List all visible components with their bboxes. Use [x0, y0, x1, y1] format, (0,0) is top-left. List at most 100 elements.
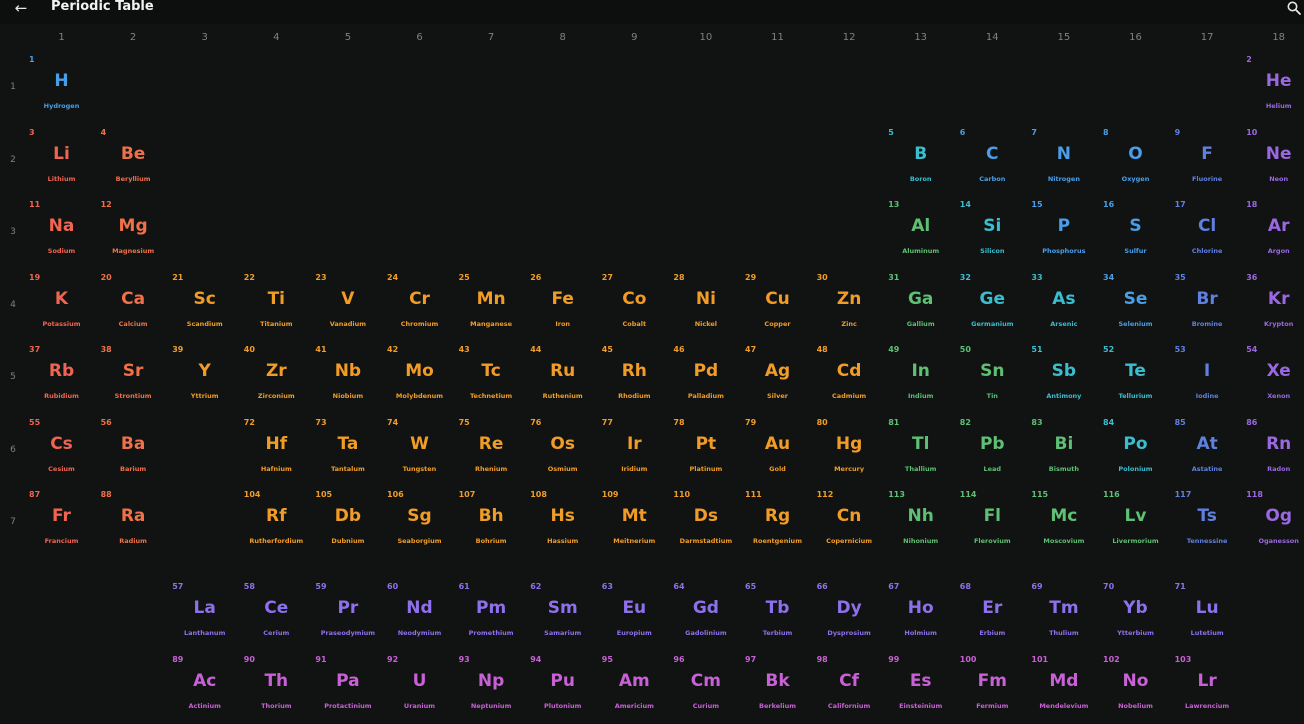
element-cell-k[interactable]: 19 K Potassium: [26, 270, 97, 342]
element-cell-ge[interactable]: 32 Ge Germanium: [957, 270, 1028, 342]
element-cell-h[interactable]: 1 H Hydrogen: [26, 52, 97, 124]
element-cell-th[interactable]: 90 Th Thorium: [241, 652, 312, 724]
element-cell-ir[interactable]: 77 Ir Iridium: [599, 415, 670, 487]
element-cell-rg[interactable]: 111 Rg Roentgenium: [742, 487, 813, 559]
element-cell-ru[interactable]: 44 Ru Ruthenium: [527, 342, 598, 414]
element-cell-be[interactable]: 4 Be Beryllium: [98, 125, 169, 197]
element-cell-eu[interactable]: 63 Eu Europium: [599, 579, 670, 651]
element-cell-cl[interactable]: 17 Cl Chlorine: [1172, 197, 1243, 269]
element-cell-tl[interactable]: 81 Tl Thallium: [885, 415, 956, 487]
element-cell-lv[interactable]: 116 Lv Livermorium: [1100, 487, 1171, 559]
element-cell-he[interactable]: 2 He Helium: [1243, 52, 1304, 124]
element-cell-no[interactable]: 102 No Nobelium: [1100, 652, 1171, 724]
element-cell-f[interactable]: 9 F Fluorine: [1172, 125, 1243, 197]
element-cell-zr[interactable]: 40 Zr Zirconium: [241, 342, 312, 414]
element-cell-ds[interactable]: 110 Ds Darmstadtium: [670, 487, 741, 559]
element-cell-es[interactable]: 99 Es Einsteinium: [885, 652, 956, 724]
element-cell-hs[interactable]: 108 Hs Hassium: [527, 487, 598, 559]
element-cell-pr[interactable]: 59 Pr Praseodymium: [312, 579, 383, 651]
element-cell-cm[interactable]: 96 Cm Curium: [670, 652, 741, 724]
back-button[interactable]: ←: [8, 0, 34, 17]
element-cell-sg[interactable]: 106 Sg Seaborgium: [384, 487, 455, 559]
element-cell-pm[interactable]: 61 Pm Promethium: [456, 579, 527, 651]
element-cell-rn[interactable]: 86 Rn Radon: [1243, 415, 1304, 487]
element-cell-ta[interactable]: 73 Ta Tantalum: [312, 415, 383, 487]
element-cell-er[interactable]: 68 Er Erbium: [957, 579, 1028, 651]
element-cell-u[interactable]: 92 U Uranium: [384, 652, 455, 724]
element-cell-kr[interactable]: 36 Kr Krypton: [1243, 270, 1304, 342]
element-cell-se[interactable]: 34 Se Selenium: [1100, 270, 1171, 342]
element-cell-lu[interactable]: 71 Lu Lutetium: [1172, 579, 1243, 651]
element-cell-au[interactable]: 79 Au Gold: [742, 415, 813, 487]
element-cell-v[interactable]: 23 V Vanadium: [312, 270, 383, 342]
element-cell-n[interactable]: 7 N Nitrogen: [1028, 125, 1099, 197]
element-cell-rb[interactable]: 37 Rb Rubidium: [26, 342, 97, 414]
element-cell-rf[interactable]: 104 Rf Rutherfordium: [241, 487, 312, 559]
element-cell-fr[interactable]: 87 Fr Francium: [26, 487, 97, 559]
element-cell-al[interactable]: 13 Al Aluminum: [885, 197, 956, 269]
element-cell-am[interactable]: 95 Am Americium: [599, 652, 670, 724]
element-cell-zn[interactable]: 30 Zn Zinc: [814, 270, 885, 342]
element-cell-ce[interactable]: 58 Ce Cerium: [241, 579, 312, 651]
element-cell-ne[interactable]: 10 Ne Neon: [1243, 125, 1304, 197]
element-cell-ar[interactable]: 18 Ar Argon: [1243, 197, 1304, 269]
element-cell-in[interactable]: 49 In Indium: [885, 342, 956, 414]
element-cell-br[interactable]: 35 Br Bromine: [1172, 270, 1243, 342]
element-cell-np[interactable]: 93 Np Neptunium: [456, 652, 527, 724]
element-cell-cn[interactable]: 112 Cn Copernicium: [814, 487, 885, 559]
element-cell-y[interactable]: 39 Y Yttrium: [169, 342, 240, 414]
element-cell-hf[interactable]: 72 Hf Hafnium: [241, 415, 312, 487]
element-cell-na[interactable]: 11 Na Sodium: [26, 197, 97, 269]
element-cell-ac[interactable]: 89 Ac Actinium: [169, 652, 240, 724]
element-cell-ra[interactable]: 88 Ra Radium: [98, 487, 169, 559]
element-cell-ba[interactable]: 56 Ba Barium: [98, 415, 169, 487]
element-cell-la[interactable]: 57 La Lanthanum: [169, 579, 240, 651]
element-cell-dy[interactable]: 66 Dy Dysprosium: [814, 579, 885, 651]
element-cell-w[interactable]: 74 W Tungsten: [384, 415, 455, 487]
element-cell-yb[interactable]: 70 Yb Ytterbium: [1100, 579, 1171, 651]
element-cell-lr[interactable]: 103 Lr Lawrencium: [1172, 652, 1243, 724]
element-cell-o[interactable]: 8 O Oxygen: [1100, 125, 1171, 197]
element-cell-bk[interactable]: 97 Bk Berkelium: [742, 652, 813, 724]
element-cell-c[interactable]: 6 C Carbon: [957, 125, 1028, 197]
element-cell-sr[interactable]: 38 Sr Strontium: [98, 342, 169, 414]
element-cell-fm[interactable]: 100 Fm Fermium: [957, 652, 1028, 724]
element-cell-cd[interactable]: 48 Cd Cadmium: [814, 342, 885, 414]
element-cell-cr[interactable]: 24 Cr Chromium: [384, 270, 455, 342]
element-cell-tc[interactable]: 43 Tc Technetium: [456, 342, 527, 414]
element-cell-nd[interactable]: 60 Nd Neodymium: [384, 579, 455, 651]
element-cell-ho[interactable]: 67 Ho Holmium: [885, 579, 956, 651]
element-cell-sb[interactable]: 51 Sb Antimony: [1028, 342, 1099, 414]
element-cell-pt[interactable]: 78 Pt Platinum: [670, 415, 741, 487]
element-cell-rh[interactable]: 45 Rh Rhodium: [599, 342, 670, 414]
element-cell-si[interactable]: 14 Si Silicon: [957, 197, 1028, 269]
element-cell-mn[interactable]: 25 Mn Manganese: [456, 270, 527, 342]
element-cell-hg[interactable]: 80 Hg Mercury: [814, 415, 885, 487]
element-cell-md[interactable]: 101 Md Mendelevium: [1028, 652, 1099, 724]
element-cell-pb[interactable]: 82 Pb Lead: [957, 415, 1028, 487]
element-cell-re[interactable]: 75 Re Rhenium: [456, 415, 527, 487]
element-cell-sc[interactable]: 21 Sc Scandium: [169, 270, 240, 342]
element-cell-cf[interactable]: 98 Cf Californium: [814, 652, 885, 724]
element-cell-ni[interactable]: 28 Ni Nickel: [670, 270, 741, 342]
element-cell-fl[interactable]: 114 Fl Flerovium: [957, 487, 1028, 559]
element-cell-s[interactable]: 16 S Sulfur: [1100, 197, 1171, 269]
element-cell-as[interactable]: 33 As Arsenic: [1028, 270, 1099, 342]
element-cell-os[interactable]: 76 Os Osmium: [527, 415, 598, 487]
element-cell-p[interactable]: 15 P Phosphorus: [1028, 197, 1099, 269]
element-cell-tm[interactable]: 69 Tm Thulium: [1028, 579, 1099, 651]
element-cell-cs[interactable]: 55 Cs Cesium: [26, 415, 97, 487]
element-cell-og[interactable]: 118 Og Oganesson: [1243, 487, 1304, 559]
element-cell-co[interactable]: 27 Co Cobalt: [599, 270, 670, 342]
element-cell-sm[interactable]: 62 Sm Samarium: [527, 579, 598, 651]
element-cell-ga[interactable]: 31 Ga Gallium: [885, 270, 956, 342]
element-cell-nb[interactable]: 41 Nb Niobium: [312, 342, 383, 414]
element-cell-pu[interactable]: 94 Pu Plutonium: [527, 652, 598, 724]
element-cell-po[interactable]: 84 Po Polonium: [1100, 415, 1171, 487]
element-cell-db[interactable]: 105 Db Dubnium: [312, 487, 383, 559]
element-cell-mg[interactable]: 12 Mg Magnesium: [98, 197, 169, 269]
element-cell-mt[interactable]: 109 Mt Meitnerium: [599, 487, 670, 559]
element-cell-nh[interactable]: 113 Nh Nihonium: [885, 487, 956, 559]
element-cell-bi[interactable]: 83 Bi Bismuth: [1028, 415, 1099, 487]
element-cell-pa[interactable]: 91 Pa Protactinium: [312, 652, 383, 724]
